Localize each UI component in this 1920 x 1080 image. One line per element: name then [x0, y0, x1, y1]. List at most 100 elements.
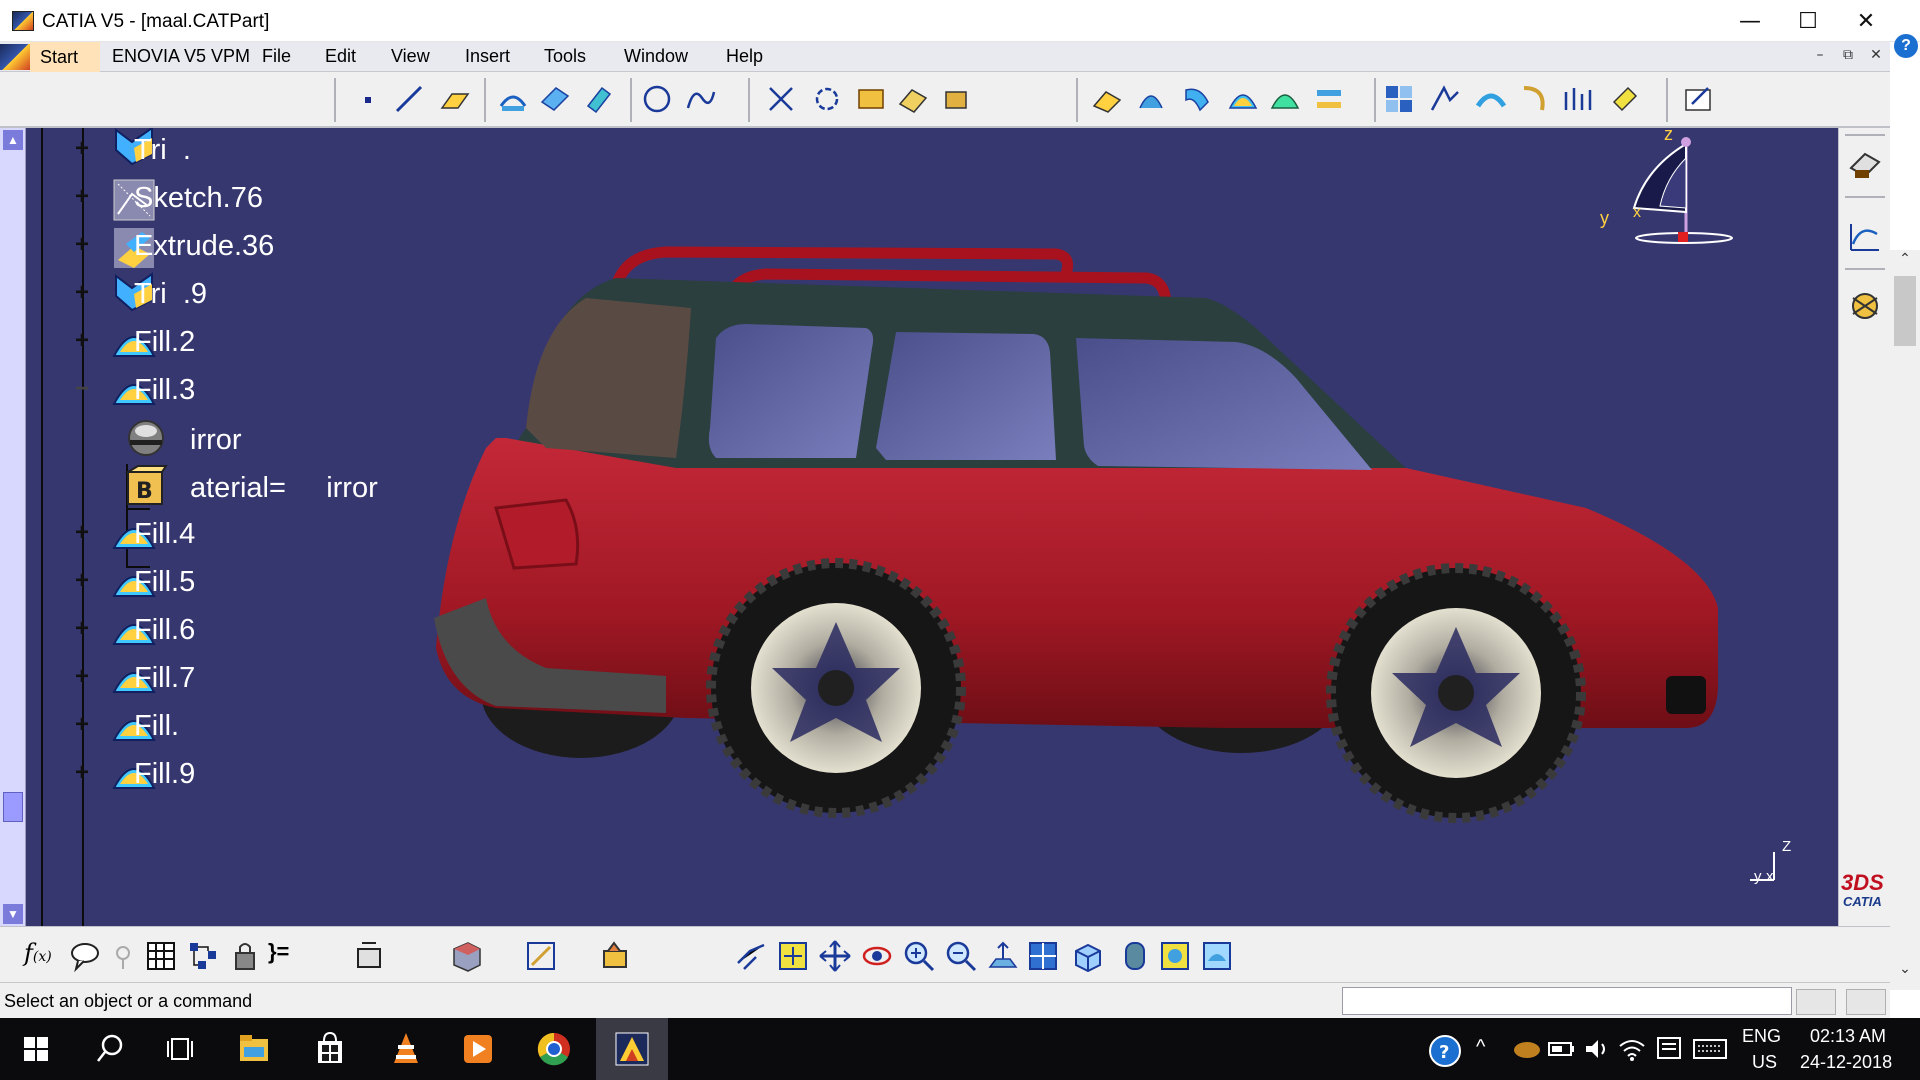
draft-analysis-icon[interactable]: [1474, 82, 1508, 116]
measure-icon[interactable]: [524, 939, 558, 973]
offset-icon[interactable]: [582, 82, 616, 116]
scan-icon[interactable]: [598, 939, 632, 973]
rotate-view-icon[interactable]: [860, 939, 894, 973]
comment-icon[interactable]: [68, 939, 102, 973]
zoom-out-icon[interactable]: [944, 939, 978, 973]
expand-icon[interactable]: +: [71, 569, 93, 593]
pan-icon[interactable]: [818, 939, 852, 973]
expand-icon[interactable]: +: [71, 713, 93, 737]
minimize-button[interactable]: —: [1722, 0, 1778, 42]
zoom-in-icon[interactable]: [902, 939, 936, 973]
help-icon[interactable]: ?: [1894, 34, 1918, 58]
menu-file[interactable]: File: [262, 46, 291, 67]
expand-icon[interactable]: +: [71, 185, 93, 209]
file-explorer-icon[interactable]: [234, 1029, 274, 1069]
plane-icon[interactable]: [438, 82, 472, 116]
scroll-up-arrow-icon[interactable]: ▲: [3, 130, 23, 150]
spline-icon[interactable]: [684, 82, 718, 116]
shading-icon[interactable]: [1118, 939, 1152, 973]
curvature-icon[interactable]: [1428, 82, 1462, 116]
photo-studio-icon[interactable]: [1847, 288, 1883, 324]
clock-date[interactable]: 24-12-2018: [1800, 1052, 1892, 1073]
sketcher-icon[interactable]: [1682, 82, 1716, 116]
menu-enovia[interactable]: ENOVIA V5 VPM: [112, 46, 250, 67]
apply-material-tool-icon[interactable]: [1847, 148, 1883, 184]
language-indicator[interactable]: ENG: [1742, 1026, 1781, 1047]
menu-view[interactable]: View: [391, 46, 430, 67]
intersection-icon[interactable]: [538, 82, 572, 116]
menu-help[interactable]: Help: [726, 46, 763, 67]
3d-viewport[interactable]: z y x Z y x + Tri . + Sketch.76 + Extrud…: [26, 128, 1838, 926]
expand-icon[interactable]: +: [71, 761, 93, 785]
cloud-tray-icon[interactable]: [1512, 1038, 1542, 1060]
menu-edit[interactable]: Edit: [325, 46, 356, 67]
doc-minimize-button[interactable]: –: [1808, 47, 1832, 67]
multi-view-icon[interactable]: [1026, 939, 1060, 973]
scroll-up-arrow-icon[interactable]: ⌃: [1894, 250, 1916, 270]
graph-tool-icon[interactable]: [1847, 220, 1883, 256]
catia-task-icon[interactable]: [612, 1029, 652, 1069]
wifi-icon[interactable]: [1618, 1036, 1646, 1062]
iso-view-icon[interactable]: [1070, 939, 1104, 973]
table-icon[interactable]: [144, 939, 178, 973]
split-icon[interactable]: [896, 82, 930, 116]
extrude-surface-icon[interactable]: [1090, 82, 1124, 116]
formula-icon[interactable]: f(x): [24, 939, 58, 973]
car-model[interactable]: [26, 128, 1838, 926]
lock-icon[interactable]: [228, 939, 262, 973]
swap-visible-space-icon[interactable]: [1200, 939, 1234, 973]
join-icon[interactable]: [854, 82, 888, 116]
expand-icon[interactable]: +: [71, 281, 93, 305]
menu-tools[interactable]: Tools: [544, 46, 586, 67]
fit-all-icon[interactable]: [776, 939, 810, 973]
show-hidden-icons-icon[interactable]: ^: [1476, 1036, 1485, 1059]
compass-icon[interactable]: [1590, 128, 1760, 278]
tree-scrollbar[interactable]: ▲ ▼: [0, 128, 26, 926]
line-icon[interactable]: [392, 82, 426, 116]
catalog-icon[interactable]: [450, 939, 484, 973]
expand-icon[interactable]: +: [71, 617, 93, 641]
search-icon[interactable]: [90, 1029, 130, 1069]
scroll-down-arrow-icon[interactable]: ⌄: [1894, 960, 1916, 980]
point-icon[interactable]: [352, 82, 386, 116]
store-icon[interactable]: [310, 1029, 350, 1069]
macro-icon[interactable]: [352, 939, 386, 973]
battery-icon[interactable]: [1548, 1040, 1576, 1058]
revolve-icon[interactable]: [1134, 82, 1168, 116]
windows-start-icon[interactable]: [16, 1029, 56, 1069]
task-view-icon[interactable]: [160, 1029, 200, 1069]
right-scrollbar[interactable]: ⌃ ⌄: [1890, 250, 1920, 990]
scroll-down-arrow-icon[interactable]: ▼: [3, 904, 23, 924]
notification-tray-icon[interactable]: [1656, 1036, 1682, 1062]
region-indicator[interactable]: US: [1752, 1052, 1777, 1073]
volume-icon[interactable]: [1584, 1038, 1610, 1060]
status-button[interactable]: [1796, 989, 1836, 1015]
catia-logo-icon[interactable]: [0, 44, 30, 70]
menu-insert[interactable]: Insert: [465, 46, 510, 67]
command-input[interactable]: [1342, 987, 1792, 1015]
chrome-icon[interactable]: [534, 1029, 574, 1069]
keyboard-icon[interactable]: [1692, 1038, 1728, 1060]
scroll-thumb[interactable]: [3, 792, 23, 822]
collapse-icon[interactable]: −: [71, 377, 93, 401]
sweep-icon[interactable]: [1180, 82, 1214, 116]
media-player-icon[interactable]: [458, 1029, 498, 1069]
help-tray-icon[interactable]: ?: [1428, 1034, 1462, 1068]
blend-icon[interactable]: [1312, 82, 1346, 116]
doc-restore-button[interactable]: ⧉: [1836, 47, 1860, 67]
menu-window[interactable]: Window: [624, 46, 688, 67]
normal-view-icon[interactable]: [986, 939, 1020, 973]
rotate-icon[interactable]: [810, 82, 844, 116]
connect-checker-icon[interactable]: [1518, 82, 1552, 116]
circle-icon[interactable]: [640, 82, 674, 116]
projection-icon[interactable]: [496, 82, 530, 116]
menu-start[interactable]: Start: [30, 42, 100, 72]
scroll-thumb[interactable]: [1894, 276, 1916, 346]
expand-icon[interactable]: +: [71, 521, 93, 545]
tree-view-icon[interactable]: [186, 939, 220, 973]
close-button[interactable]: ✕: [1838, 0, 1894, 42]
expand-icon[interactable]: +: [71, 233, 93, 257]
clock-time[interactable]: 02:13 AM: [1810, 1026, 1886, 1047]
hide-show-icon[interactable]: [1158, 939, 1192, 973]
expand-icon[interactable]: +: [71, 137, 93, 161]
